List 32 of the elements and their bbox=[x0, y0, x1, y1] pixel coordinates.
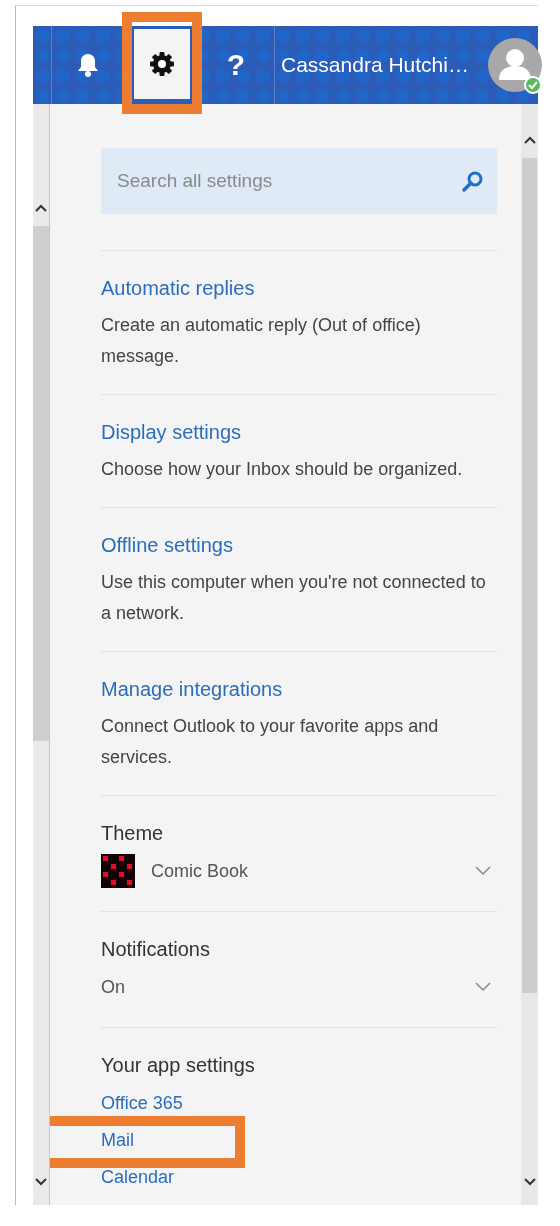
app-settings-link[interactable]: Office 365 bbox=[101, 1093, 183, 1114]
setting-description: Connect Outlook to your favorite apps and services. bbox=[101, 715, 440, 769]
scroll-down-icon[interactable] bbox=[523, 1178, 536, 1186]
setting-description: Use this computer when you're not connected to a network. bbox=[101, 571, 486, 625]
help-button[interactable]: ? bbox=[201, 26, 271, 104]
setting-description: Create an automatic reply (Out of office) message. bbox=[101, 314, 422, 368]
app-settings-link[interactable]: Calendar bbox=[101, 1167, 175, 1188]
setting-label: Notifications bbox=[101, 938, 211, 961]
settings-link[interactable]: Display settings bbox=[101, 421, 242, 444]
setting-description: Choose how your Inbox should be organized. bbox=[101, 458, 464, 481]
section-heading: Your app settings bbox=[101, 1054, 256, 1077]
bell-icon bbox=[77, 52, 99, 78]
app-settings-link[interactable]: Mail bbox=[101, 1130, 134, 1151]
setting-label: Theme bbox=[101, 822, 165, 845]
search-icon[interactable] bbox=[461, 169, 485, 193]
settings-button[interactable] bbox=[134, 29, 190, 99]
search-field[interactable]: Search all settings bbox=[101, 148, 497, 214]
scroll-down-icon[interactable] bbox=[35, 1178, 47, 1186]
settings-link[interactable]: Offline settings bbox=[101, 534, 233, 557]
dropdown[interactable]: On bbox=[101, 969, 497, 1005]
settings-link[interactable]: Automatic replies bbox=[101, 277, 255, 300]
user-name[interactable]: Cassandra Hutchi… bbox=[281, 53, 488, 77]
scroll-up-icon[interactable] bbox=[35, 204, 47, 212]
chevron-down-icon bbox=[475, 866, 491, 876]
scrollbar-thumb[interactable] bbox=[33, 226, 49, 741]
avatar[interactable] bbox=[488, 38, 542, 92]
scroll-up-icon[interactable] bbox=[523, 136, 536, 144]
settings-icon bbox=[148, 50, 176, 78]
chevron-down-icon bbox=[475, 982, 491, 992]
scrollbar-thumb[interactable] bbox=[522, 158, 537, 993]
settings-link[interactable]: Manage integrations bbox=[101, 678, 283, 701]
dropdown[interactable]: Comic Book bbox=[101, 853, 497, 889]
